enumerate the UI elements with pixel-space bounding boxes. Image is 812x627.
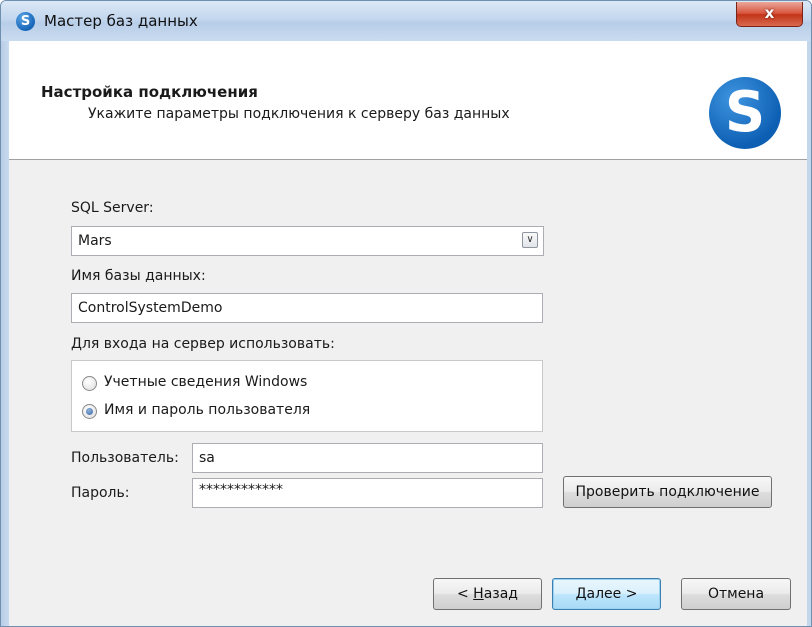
wizard-window: S Мастер баз данных x Настройка подключе… (0, 0, 812, 627)
password-label: Пароль: (71, 485, 130, 501)
app-icon: S (16, 12, 35, 31)
chevron-down-icon[interactable]: ∨ (522, 232, 538, 248)
cancel-button[interactable]: Отмена (681, 578, 791, 610)
window-frame-left (1, 41, 9, 626)
user-value: sa (199, 450, 215, 466)
close-button[interactable]: x (736, 2, 803, 27)
auth-options-group: Учетные сведения Windows Имя и пароль по… (71, 360, 543, 432)
database-name-label: Имя базы данных: (71, 268, 206, 284)
radio-windows-auth[interactable] (82, 376, 97, 391)
back-label: азад (483, 586, 518, 602)
app-logo-icon: S (709, 77, 781, 149)
sql-server-label: SQL Server: (71, 200, 154, 216)
database-name-value: ControlSystemDemo (78, 300, 223, 316)
wizard-header: Настройка подключения Укажите параметры … (9, 41, 807, 160)
radio-sql-auth[interactable] (82, 404, 97, 419)
auth-label: Для входа на сервер использовать: (71, 336, 335, 352)
window-title: Мастер баз данных (44, 12, 198, 30)
test-connection-button[interactable]: Проверить подключение (563, 476, 772, 508)
back-button[interactable]: < Назад (433, 578, 542, 610)
back-prefix: < (456, 586, 474, 602)
wizard-content: SQL Server: Mars ∨ Имя базы данных: Cont… (9, 160, 807, 626)
user-input[interactable]: sa (192, 443, 543, 473)
back-accesskey: Н (473, 586, 484, 602)
next-button[interactable]: Далее > (552, 578, 661, 610)
sql-server-select[interactable]: Mars ∨ (71, 226, 544, 256)
auth-option-sql-label: Имя и пароль пользователя (104, 402, 311, 418)
sql-server-value: Mars (78, 233, 112, 249)
title-bar[interactable]: S Мастер баз данных x (1, 1, 811, 41)
password-value: ************ (199, 482, 283, 498)
next-accesskey: Д (575, 586, 587, 602)
user-label: Пользователь: (71, 450, 179, 466)
database-name-input[interactable]: ControlSystemDemo (71, 293, 543, 323)
auth-option-windows-label: Учетные сведения Windows (104, 374, 308, 390)
page-subtitle: Укажите параметры подключения к серверу … (88, 106, 510, 122)
password-input[interactable]: ************ (192, 478, 543, 508)
window-frame-right (807, 41, 811, 626)
page-title: Настройка подключения (41, 83, 258, 101)
next-label: алее > (586, 586, 638, 602)
